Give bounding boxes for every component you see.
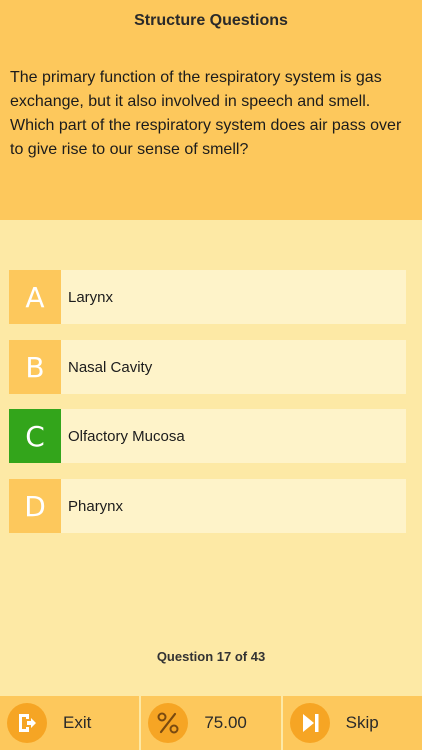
score-value: 75.00 xyxy=(204,713,247,732)
bottom-toolbar: Exit 75.00 Skip xyxy=(0,696,422,750)
skip-icon xyxy=(289,703,330,743)
answer-letter-b: B xyxy=(9,340,61,394)
question-header: Structure Questions The primary function… xyxy=(0,0,422,220)
question-text: The primary function of the respiratory … xyxy=(10,69,402,158)
skip-button[interactable]: Skip xyxy=(282,696,422,750)
skip-label: Skip xyxy=(345,713,379,732)
answer-text-c: Olfactory Mucosa xyxy=(68,427,185,445)
answer-option-d[interactable]: D Pharynx xyxy=(9,479,406,533)
question-counter: Question 17 of 43 xyxy=(156,649,266,664)
page-title: Structure Questions xyxy=(134,12,288,29)
exit-button[interactable]: Exit xyxy=(0,696,142,750)
answer-text-a: Larynx xyxy=(68,288,114,306)
answer-letter-d: D xyxy=(9,479,61,533)
answer-text-b: Nasal Cavity xyxy=(68,358,153,376)
answer-option-c[interactable]: C Olfactory Mucosa xyxy=(9,409,406,463)
score-display[interactable]: 75.00 xyxy=(141,696,283,750)
exit-icon xyxy=(7,703,47,743)
answer-option-a[interactable]: A Larynx xyxy=(9,270,406,324)
exit-label: Exit xyxy=(63,713,92,732)
answer-option-b[interactable]: B Nasal Cavity xyxy=(9,340,406,394)
answer-text-d: Pharynx xyxy=(68,497,124,515)
percent-icon xyxy=(148,703,189,743)
answer-letter-c: C xyxy=(9,409,61,463)
answer-letter-a: A xyxy=(9,270,61,324)
